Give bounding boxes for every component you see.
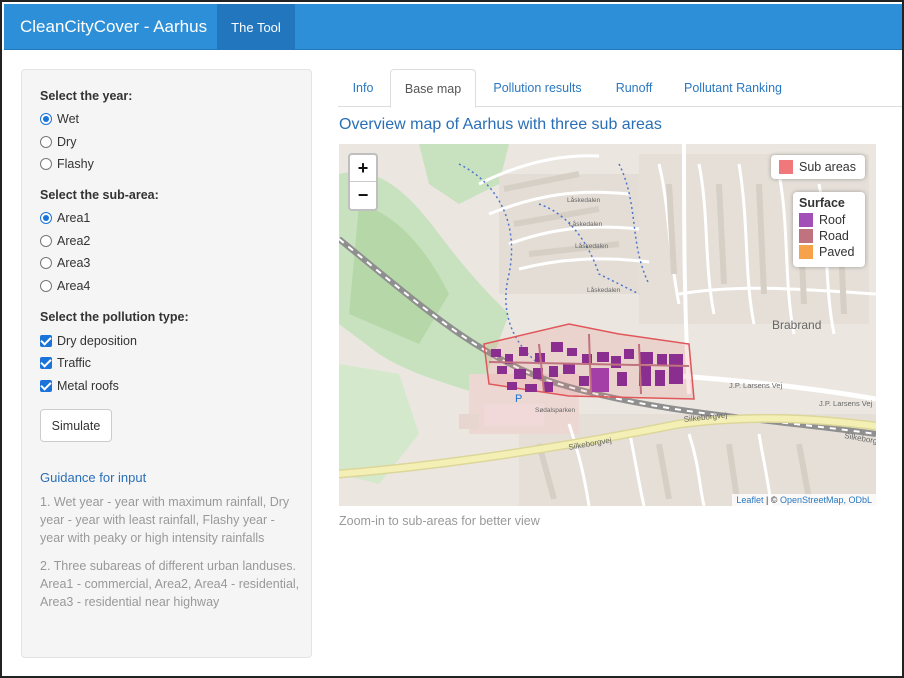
osm-link[interactable]: OpenStreetMap, ODbL — [780, 495, 872, 505]
tab-runoff[interactable]: Runoff — [604, 69, 664, 107]
pollution-label: Select the pollution type: — [40, 310, 189, 324]
guidance-paragraph-2: 2. Three subareas of different urban lan… — [40, 559, 300, 609]
label-brabrand: Brabrand — [772, 318, 821, 332]
radio-icon[interactable] — [40, 280, 52, 292]
zoom-out-button[interactable]: − — [350, 182, 376, 209]
simulate-button[interactable]: Simulate — [40, 409, 112, 442]
legend-swatch-subareas — [779, 160, 793, 174]
parking-lot-small — [459, 414, 479, 429]
year-option-flashy[interactable]: Flashy — [40, 156, 94, 172]
map-title: Overview map of Aarhus with three sub ar… — [339, 116, 662, 133]
legend-item-road: Road — [799, 228, 859, 244]
checkbox-checked-icon[interactable] — [40, 335, 52, 347]
app-frame: CleanCityCover - Aarhus The Tool Select … — [0, 0, 904, 678]
radio-icon[interactable] — [40, 257, 52, 269]
zoom-control: + − — [348, 153, 378, 211]
sidebar-panel: Select the year: Wet Dry Flashy Select t… — [21, 69, 312, 658]
legend-swatch-roof — [799, 213, 813, 227]
pollution-option-metal-roofs[interactable]: Metal roofs — [40, 378, 119, 394]
nav-tab-the-tool[interactable]: The Tool — [217, 4, 295, 50]
map-attribution: Leaflet | © OpenStreetMap, ODbL — [732, 494, 876, 506]
radio-selected-icon[interactable] — [40, 212, 52, 224]
checkbox-checked-icon[interactable] — [40, 357, 52, 369]
legend-surface-title: Surface — [799, 196, 845, 210]
tab-info[interactable]: Info — [338, 69, 388, 107]
legend-swatch-road — [799, 229, 813, 243]
subarea-label: Select the sub-area: — [40, 188, 159, 202]
label-sodalsparken: Sødalsparken — [535, 407, 575, 414]
leaflet-link[interactable]: Leaflet — [736, 495, 763, 505]
subarea-option-area4[interactable]: Area4 — [40, 278, 90, 294]
map-caption: Zoom-in to sub-areas for better view — [339, 514, 540, 528]
subarea-option-area1[interactable]: Area1 — [40, 210, 90, 226]
year-option-dry[interactable]: Dry — [40, 134, 76, 150]
radio-selected-icon[interactable] — [40, 113, 52, 125]
legend-item-roof: Roof — [799, 212, 859, 228]
map-view[interactable]: Brabrand J.P. Larsens Vej J.P. Larsens V… — [339, 144, 876, 506]
guidance-paragraph-1: 1. Wet year - year with maximum rainfall… — [40, 495, 290, 545]
radio-icon[interactable] — [40, 235, 52, 247]
legend-subareas-label: Sub areas — [799, 160, 856, 174]
label-jp-larsens-vej: J.P. Larsens Vej — [729, 381, 783, 390]
zoom-in-button[interactable]: + — [350, 155, 376, 182]
legend-item-paved: Paved — [799, 244, 859, 260]
pollution-option-traffic[interactable]: Traffic — [40, 355, 91, 371]
large-roof-building — [591, 368, 609, 392]
legend-surface: Surface Roof Road Paved — [793, 192, 865, 267]
label-laskedalen-4: Låskedalen — [587, 286, 621, 294]
label-laskedalen-1: Låskedalen — [567, 196, 601, 204]
legend-subareas: Sub areas — [771, 155, 865, 179]
checkbox-checked-icon[interactable] — [40, 380, 52, 392]
tab-pollution-results[interactable]: Pollution results — [481, 69, 594, 107]
tab-base-map[interactable]: Base map — [390, 69, 476, 108]
radio-icon[interactable] — [40, 158, 52, 170]
pollution-option-dry-deposition[interactable]: Dry deposition — [40, 333, 137, 349]
subarea-option-area3[interactable]: Area3 — [40, 255, 90, 271]
tab-bar: Info Base map Pollution results Runoff P… — [338, 69, 902, 108]
guidance-title: Guidance for input — [40, 470, 147, 485]
subarea-option-area2[interactable]: Area2 — [40, 233, 90, 249]
year-label: Select the year: — [40, 89, 133, 103]
legend-swatch-paved — [799, 245, 813, 259]
radio-icon[interactable] — [40, 136, 52, 148]
navbar: CleanCityCover - Aarhus The Tool — [4, 4, 902, 50]
label-laskedalen-2: Låskedalen — [569, 220, 603, 228]
tab-pollutant-ranking[interactable]: Pollutant Ranking — [674, 69, 792, 107]
label-laskedalen-3: Låskedalen — [575, 242, 609, 250]
year-option-wet[interactable]: Wet — [40, 111, 79, 127]
label-jp-larsens-vej-east: J.P. Larsens Vej — [819, 399, 873, 408]
parking-p-icon: P — [515, 393, 522, 405]
app-brand[interactable]: CleanCityCover - Aarhus — [20, 17, 207, 37]
